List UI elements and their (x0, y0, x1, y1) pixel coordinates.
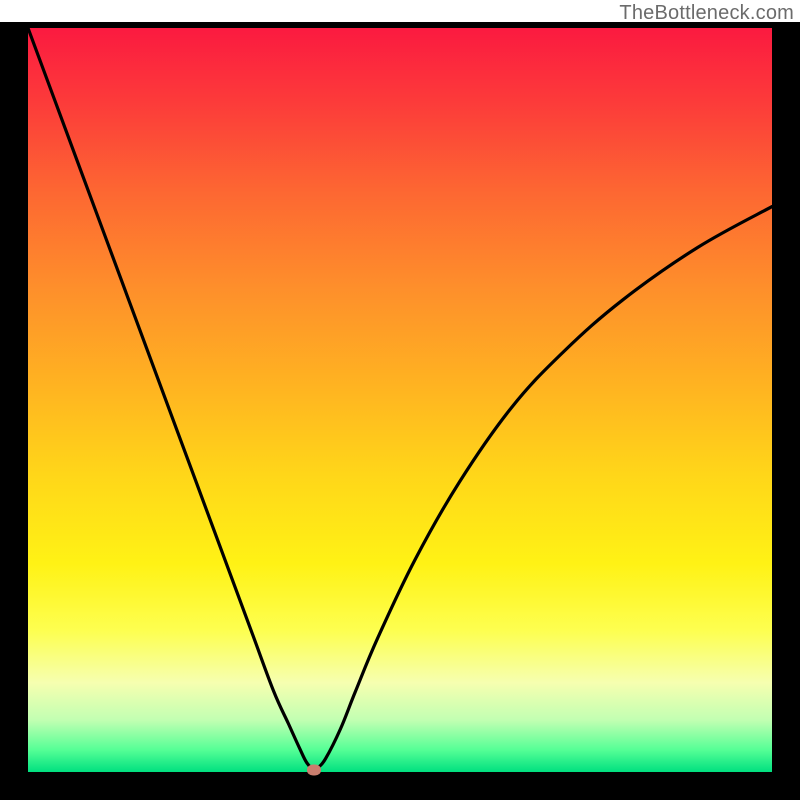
bottleneck-curve (28, 28, 772, 770)
min-marker (307, 764, 321, 775)
curve-svg (28, 28, 772, 772)
plot-area (28, 28, 772, 772)
chart-stage: TheBottleneck.com (0, 0, 800, 800)
chart-frame (0, 22, 800, 800)
